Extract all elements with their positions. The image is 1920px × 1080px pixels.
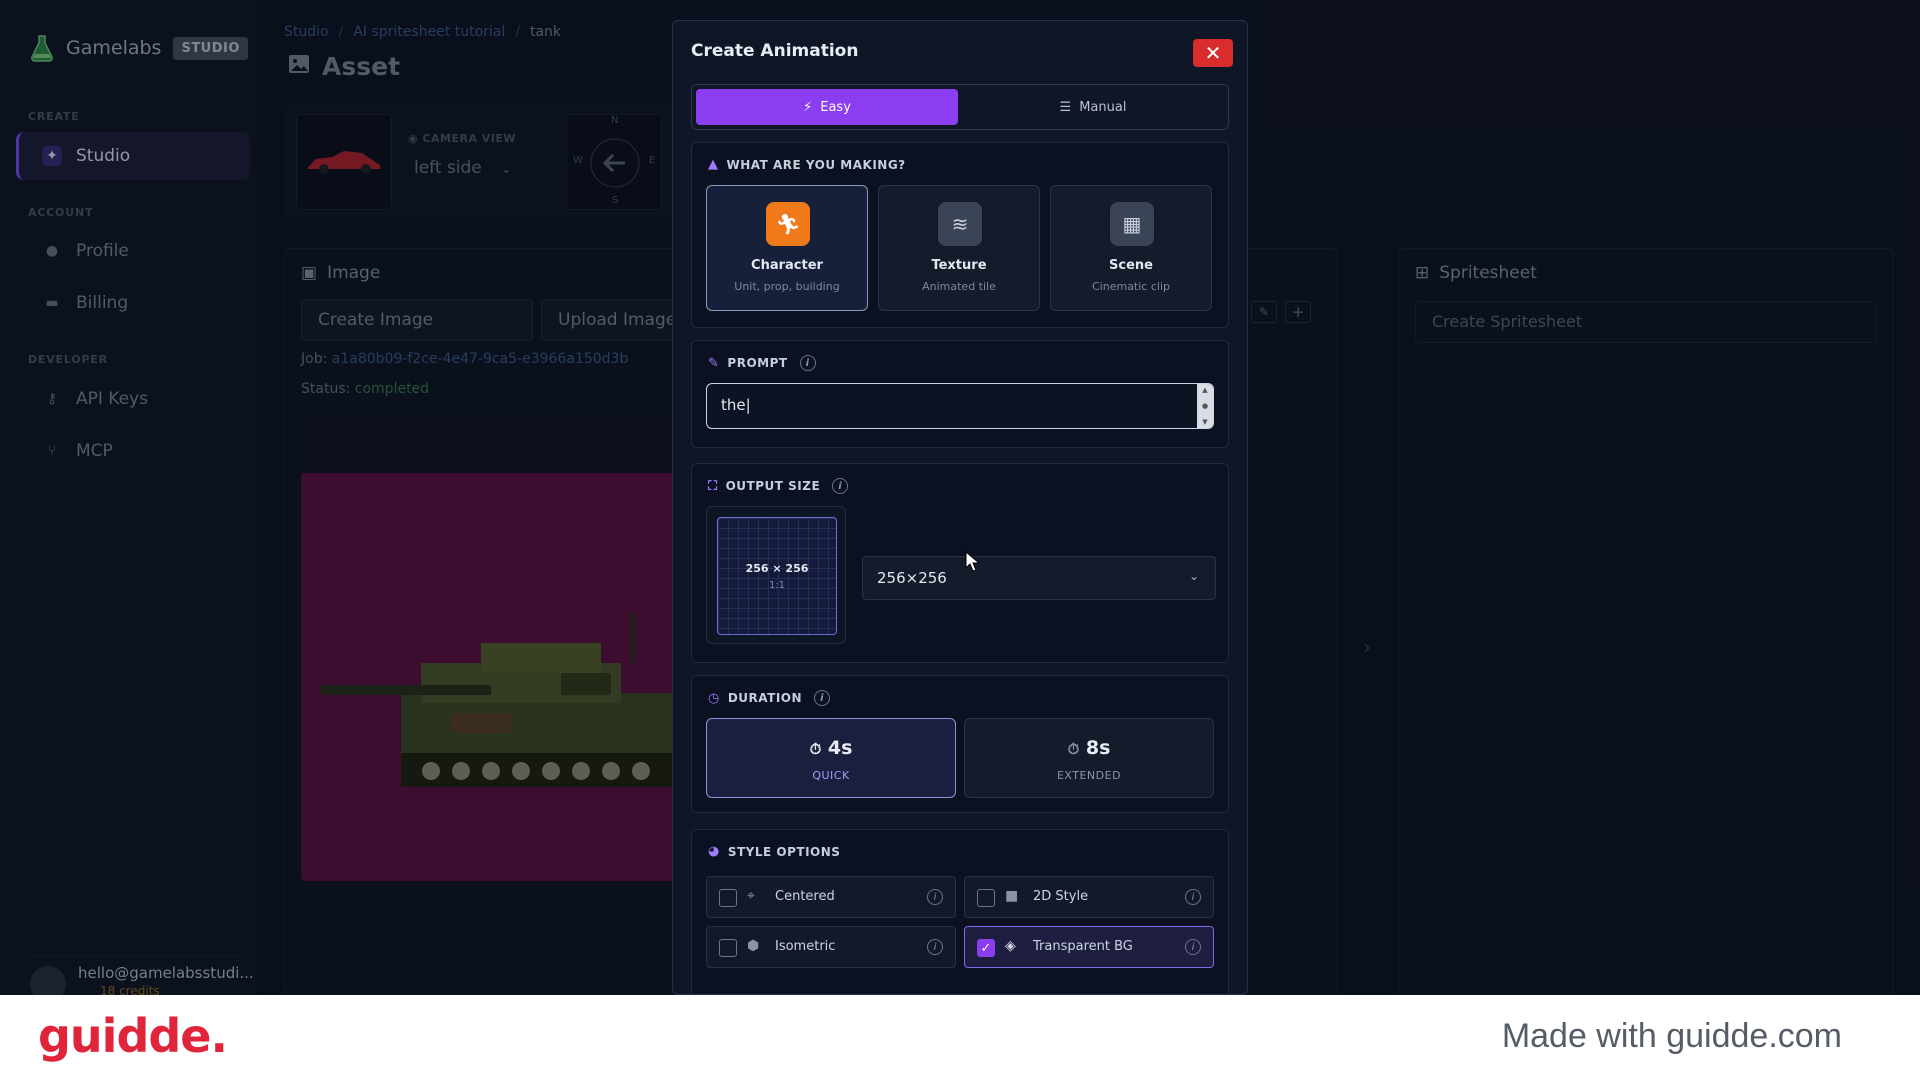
clock-icon: ◷: [708, 690, 720, 706]
style-option-label: 2D Style: [1033, 889, 1089, 904]
type-sub: Animated tile: [922, 280, 996, 293]
type-sub: Cinematic clip: [1092, 280, 1170, 293]
duration-value-text: 4s: [827, 737, 853, 759]
making-section: ▲ WHAT ARE YOU MAKING? 🏃︎ Character Unit…: [691, 142, 1229, 328]
size-preview: 256 × 256 1:1: [706, 506, 846, 644]
duration-value-text: 8s: [1085, 737, 1111, 759]
type-sub: Unit, prop, building: [734, 280, 840, 293]
duration-option-8s[interactable]: ⏱ 8s EXTENDED: [964, 718, 1214, 798]
duration-value: ⏱ 4s: [707, 737, 955, 759]
info-icon[interactable]: i: [814, 690, 831, 706]
info-icon[interactable]: i: [1185, 889, 1201, 905]
type-card-character[interactable]: 🏃︎ Character Unit, prop, building: [706, 185, 868, 311]
tab-easy-label: Easy: [820, 99, 851, 115]
tab-manual[interactable]: ☰ Manual: [962, 89, 1224, 125]
output-size-section: ⛶ OUTPUT SIZE i 256 × 256 1:1 256×256 ⌄: [691, 463, 1229, 663]
cube-icon: ⬢: [747, 938, 760, 954]
tab-easy[interactable]: ⚡ Easy: [696, 89, 958, 125]
style-options-heading-text: STYLE OPTIONS: [727, 844, 841, 859]
size-preview-grid: 256 × 256 1:1: [717, 517, 837, 635]
prompt-heading: ✎ PROMPT i: [708, 355, 816, 371]
palette-icon: ◕: [708, 844, 720, 859]
crosshair-icon: ⌖: [747, 888, 755, 904]
prompt-section: ✎ PROMPT i the| ▲ ● ▼: [691, 340, 1229, 448]
output-size-heading: ⛶ OUTPUT SIZE i: [708, 478, 849, 494]
film-icon: ▦: [1110, 202, 1154, 246]
style-option-label: Isometric: [775, 939, 836, 954]
output-size-heading-text: OUTPUT SIZE: [725, 479, 821, 493]
prompt-heading-text: PROMPT: [727, 356, 788, 370]
expand-icon: ⛶: [708, 478, 718, 494]
size-preview-label: 256 × 256: [745, 562, 809, 575]
prompt-input[interactable]: the| ▲ ● ▼: [706, 383, 1214, 429]
modal-title: Create Animation: [691, 41, 859, 61]
checkbox[interactable]: [719, 939, 737, 957]
text-caret: |: [745, 396, 751, 414]
mode-toggle: ⚡ Easy ☰ Manual: [691, 84, 1229, 130]
magic-wand-icon: ⚡: [803, 99, 813, 115]
mouse-cursor-icon: [965, 551, 981, 572]
type-name: Texture: [931, 258, 987, 273]
output-size-value: 256×256: [877, 569, 947, 587]
tab-manual-label: Manual: [1079, 99, 1127, 115]
type-card-texture[interactable]: ≋ Texture Animated tile: [878, 185, 1040, 311]
style-option-label: Transparent BG: [1033, 939, 1133, 954]
size-preview-ratio: 1:1: [768, 580, 786, 591]
guidde-logo: guidde.: [38, 1009, 228, 1063]
scroll-thumb: ●: [1201, 402, 1209, 410]
type-card-scene[interactable]: ▦ Scene Cinematic clip: [1050, 185, 1212, 311]
sliders-icon: ☰: [1059, 99, 1072, 115]
type-name: Scene: [1109, 258, 1153, 273]
create-animation-modal: Create Animation ✕ ⚡ Easy ☰ Manual ▲ WHA…: [672, 20, 1248, 995]
footer-text: Made with guidde.com: [1501, 1017, 1842, 1055]
style-option-transparent-bg[interactable]: ✓ ◈ Transparent BG i: [964, 926, 1214, 968]
style-option-centered[interactable]: ⌖ Centered i: [706, 876, 956, 918]
checkbox[interactable]: [977, 889, 995, 907]
style-option-label: Centered: [775, 889, 835, 904]
running-figure-icon: 🏃︎: [766, 202, 810, 246]
close-button[interactable]: ✕: [1193, 39, 1233, 67]
duration-heading-text: DURATION: [727, 691, 803, 705]
duration-option-4s[interactable]: ⏱ 4s QUICK: [706, 718, 956, 798]
style-options-heading: ◕ STYLE OPTIONS: [708, 844, 840, 859]
info-icon[interactable]: i: [927, 939, 943, 955]
stopwatch-icon: ⏱: [1067, 740, 1080, 758]
eraser-icon: ◈: [1005, 938, 1016, 954]
stopwatch-icon: ⏱: [809, 740, 822, 758]
guidde-footer: guidde. Made with guidde.com: [0, 995, 1920, 1080]
waves-icon: ≋: [938, 202, 982, 246]
info-icon[interactable]: i: [927, 889, 943, 905]
prompt-value: the: [721, 396, 746, 414]
info-icon[interactable]: i: [799, 355, 816, 371]
shapes-icon: ▲: [708, 157, 719, 172]
info-icon[interactable]: i: [1185, 939, 1201, 955]
close-icon: ✕: [1204, 41, 1222, 65]
scroll-up-icon: ▲: [1202, 386, 1208, 394]
brush-icon: ✎: [708, 355, 720, 371]
duration-heading: ◷ DURATION i: [708, 690, 831, 706]
style-options-section: ◕ STYLE OPTIONS ⌖ Centered i ■ 2D Style …: [691, 829, 1229, 994]
prompt-scrollbar[interactable]: ▲ ● ▼: [1197, 384, 1213, 428]
square-icon: ■: [1005, 888, 1019, 904]
making-heading-text: WHAT ARE YOU MAKING?: [726, 157, 906, 172]
checkbox[interactable]: [719, 889, 737, 907]
info-icon[interactable]: i: [832, 478, 849, 494]
checkbox-checked[interactable]: ✓: [977, 939, 995, 957]
style-option-isometric[interactable]: ⬢ Isometric i: [706, 926, 956, 968]
duration-section: ◷ DURATION i ⏱ 4s QUICK ⏱ 8s EXTENDED: [691, 675, 1229, 813]
type-name: Character: [751, 258, 823, 273]
duration-value: ⏱ 8s: [965, 737, 1213, 759]
chevron-down-icon: ⌄: [1188, 569, 1199, 583]
duration-sub: QUICK: [812, 769, 850, 782]
style-option-2d-style[interactable]: ■ 2D Style i: [964, 876, 1214, 918]
duration-sub: EXTENDED: [1056, 769, 1122, 782]
making-heading: ▲ WHAT ARE YOU MAKING?: [708, 157, 906, 172]
scroll-down-icon: ▼: [1202, 418, 1208, 426]
output-size-select[interactable]: 256×256 ⌄: [862, 556, 1216, 600]
